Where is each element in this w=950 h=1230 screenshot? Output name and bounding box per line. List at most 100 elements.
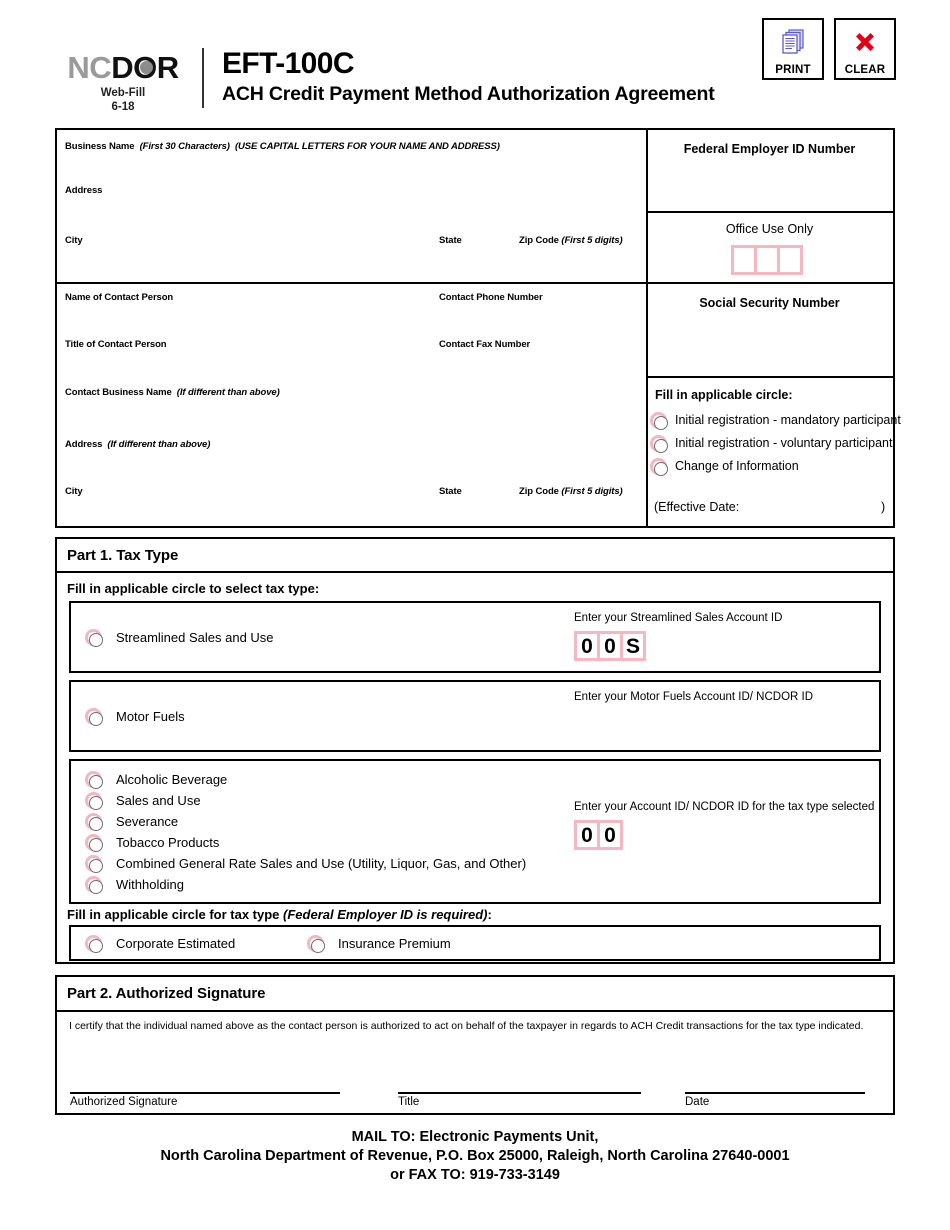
motor-fuels-option[interactable]: Motor Fuels: [85, 708, 185, 726]
fein-required-options-box: Corporate Estimated Insurance Premium: [69, 925, 881, 961]
registration-option-change[interactable]: Change of Information: [650, 458, 799, 476]
tax-type-option-label: Tobacco Products: [116, 835, 220, 850]
business-name-label: Business Name (First 30 Characters) (USE…: [65, 141, 500, 152]
radio-circle-icon[interactable]: [85, 813, 103, 831]
registration-prompt: Fill in applicable circle:: [655, 388, 793, 402]
part2-heading-divider: [57, 1010, 893, 1012]
contact-address-label: Address (If different than above): [65, 439, 211, 450]
part2-panel: Part 2. Authorized Signature I certify t…: [55, 975, 895, 1115]
tax-type-option-withholding[interactable]: Withholding: [85, 876, 184, 894]
streamlined-account-boxes[interactable]: 0 0 S: [574, 631, 646, 661]
part1-heading-divider: [57, 571, 893, 573]
registration-option-voluntary[interactable]: Initial registration - voluntary partici…: [650, 435, 893, 453]
mail-to-line-1: MAIL TO: Electronic Payments Unit,: [351, 1129, 599, 1145]
contact-state-label: State: [439, 486, 462, 497]
registration-option-label: Change of Information: [675, 459, 799, 474]
radio-circle-icon[interactable]: [85, 771, 103, 789]
radio-circle-icon[interactable]: [650, 458, 668, 476]
clear-x-icon: [850, 25, 880, 59]
radio-circle-icon[interactable]: [650, 412, 668, 430]
general-account-box-2[interactable]: 0: [597, 820, 623, 850]
effective-date-open-label: (Effective Date:: [654, 500, 740, 514]
streamlined-option[interactable]: Streamlined Sales and Use: [85, 629, 274, 647]
clear-button-label: CLEAR: [844, 64, 886, 76]
contact-city-label: City: [65, 486, 83, 497]
office-use-boxes[interactable]: [731, 245, 803, 275]
clear-button[interactable]: CLEAR: [834, 18, 896, 80]
mail-to-line-3: or FAX TO: 919-733-3149: [390, 1167, 560, 1184]
general-account-prompt: Enter your Account ID/ NCDOR ID for the …: [574, 801, 875, 813]
logo-wordmark: NCDOR: [67, 50, 179, 85]
motor-fuels-tax-type-box: Motor Fuels Enter your Motor Fuels Accou…: [69, 680, 881, 752]
registration-type-cell: Fill in applicable circle: Initial regis…: [646, 376, 901, 526]
streamlined-option-label: Streamlined Sales and Use: [116, 630, 274, 645]
business-zip-label: Zip Code (First 5 digits): [519, 235, 623, 246]
signature-label: Authorized Signature: [70, 1096, 178, 1108]
tax-type-option-severance[interactable]: Severance: [85, 813, 179, 831]
contact-fax-label: Contact Fax Number: [439, 339, 531, 350]
fein-required-prompt: Fill in applicable circle for tax type (…: [67, 907, 492, 922]
tax-type-option-label: Sales and Use: [116, 793, 201, 808]
business-city-label: City: [65, 235, 83, 246]
federal-employer-id-cell: Federal Employer ID Number: [646, 130, 893, 211]
streamlined-account-prompt: Enter your Streamlined Sales Account ID: [574, 612, 783, 624]
tax-type-option-tobacco-products[interactable]: Tobacco Products: [85, 834, 220, 852]
title-line[interactable]: [398, 1092, 641, 1094]
fein-option-corporate-estimated[interactable]: Corporate Estimated: [85, 935, 235, 953]
radio-circle-icon[interactable]: [650, 435, 668, 453]
part1-heading: Part 1. Tax Type: [67, 547, 179, 564]
radio-circle-icon[interactable]: [85, 876, 103, 894]
taxpayer-info-panel: Business Name (First 30 Characters) (USE…: [55, 128, 901, 528]
form-title-block: EFT-100C ACH Credit Payment Method Autho…: [222, 48, 715, 106]
logo-revision-label: 6-18: [111, 101, 135, 114]
contact-name-label: Name of Contact Person: [65, 292, 174, 303]
form-number: EFT-100C: [222, 47, 355, 80]
office-use-box-3[interactable]: [777, 245, 803, 275]
tax-type-option-combined-general-rate[interactable]: Combined General Rate Sales and Use (Uti…: [85, 855, 526, 873]
form-title: ACH Credit Payment Method Authorization …: [222, 82, 715, 105]
tax-type-option-alcoholic-beverage[interactable]: Alcoholic Beverage: [85, 771, 227, 789]
tax-type-option-label: Severance: [116, 814, 179, 829]
tax-type-option-sales-and-use[interactable]: Sales and Use: [85, 792, 201, 810]
office-use-only-title: Office Use Only: [725, 222, 814, 236]
page-header: NCDOR Web-Fill 6-18 EFT-100C ACH Credit …: [0, 0, 950, 122]
office-use-only-cell: Office Use Only: [646, 211, 893, 282]
registration-option-mandatory[interactable]: Initial registration - mandatory partici…: [650, 412, 901, 430]
radio-circle-icon[interactable]: [85, 935, 103, 953]
print-button[interactable]: PRINT: [762, 18, 824, 80]
fein-option-label: Insurance Premium: [338, 936, 451, 951]
print-button-label: PRINT: [775, 64, 811, 76]
date-label: Date: [685, 1096, 710, 1108]
tax-type-option-label: Withholding: [116, 877, 184, 892]
logo-nc-text: NC: [67, 50, 112, 85]
radio-circle-icon[interactable]: [85, 708, 103, 726]
radio-circle-icon[interactable]: [85, 834, 103, 852]
streamlined-tax-type-box: Streamlined Sales and Use Enter your Str…: [69, 601, 881, 673]
part1-prompt: Fill in applicable circle to select tax …: [67, 581, 320, 596]
part1-panel: Part 1. Tax Type Fill in applicable circ…: [55, 537, 895, 964]
registration-option-label: Initial registration - mandatory partici…: [675, 413, 901, 428]
date-line[interactable]: [685, 1092, 865, 1094]
social-security-number-title: Social Security Number: [699, 296, 840, 310]
contact-title-label: Title of Contact Person: [65, 339, 167, 350]
radio-circle-icon[interactable]: [307, 935, 325, 953]
fein-option-insurance-premium[interactable]: Insurance Premium: [307, 935, 451, 953]
radio-circle-icon[interactable]: [85, 792, 103, 810]
business-address-label: Address: [65, 185, 103, 196]
social-security-number-cell: Social Security Number: [646, 282, 893, 376]
streamlined-account-box-3[interactable]: S: [620, 631, 646, 661]
signature-line[interactable]: [70, 1092, 340, 1094]
mail-to-line-2: North Carolina Department of Revenue, P.…: [160, 1148, 790, 1165]
mailing-instructions: MAIL TO: Electronic Payments Unit, North…: [0, 1128, 950, 1185]
business-state-label: State: [439, 235, 462, 246]
radio-circle-icon[interactable]: [85, 629, 103, 647]
motor-fuels-option-label: Motor Fuels: [116, 709, 185, 724]
contact-business-name-label: Contact Business Name (If different than…: [65, 387, 280, 398]
general-tax-types-box: Alcoholic Beverage Sales and Use Severan…: [69, 759, 881, 904]
registration-option-label: Initial registration - voluntary partici…: [675, 436, 893, 451]
ncdor-logo: NCDOR Web-Fill 6-18: [58, 52, 188, 115]
general-account-boxes[interactable]: 0 0: [574, 820, 623, 850]
title-label: Title: [398, 1096, 420, 1108]
motor-fuels-account-prompt: Enter your Motor Fuels Account ID/ NCDOR…: [574, 691, 814, 703]
radio-circle-icon[interactable]: [85, 855, 103, 873]
